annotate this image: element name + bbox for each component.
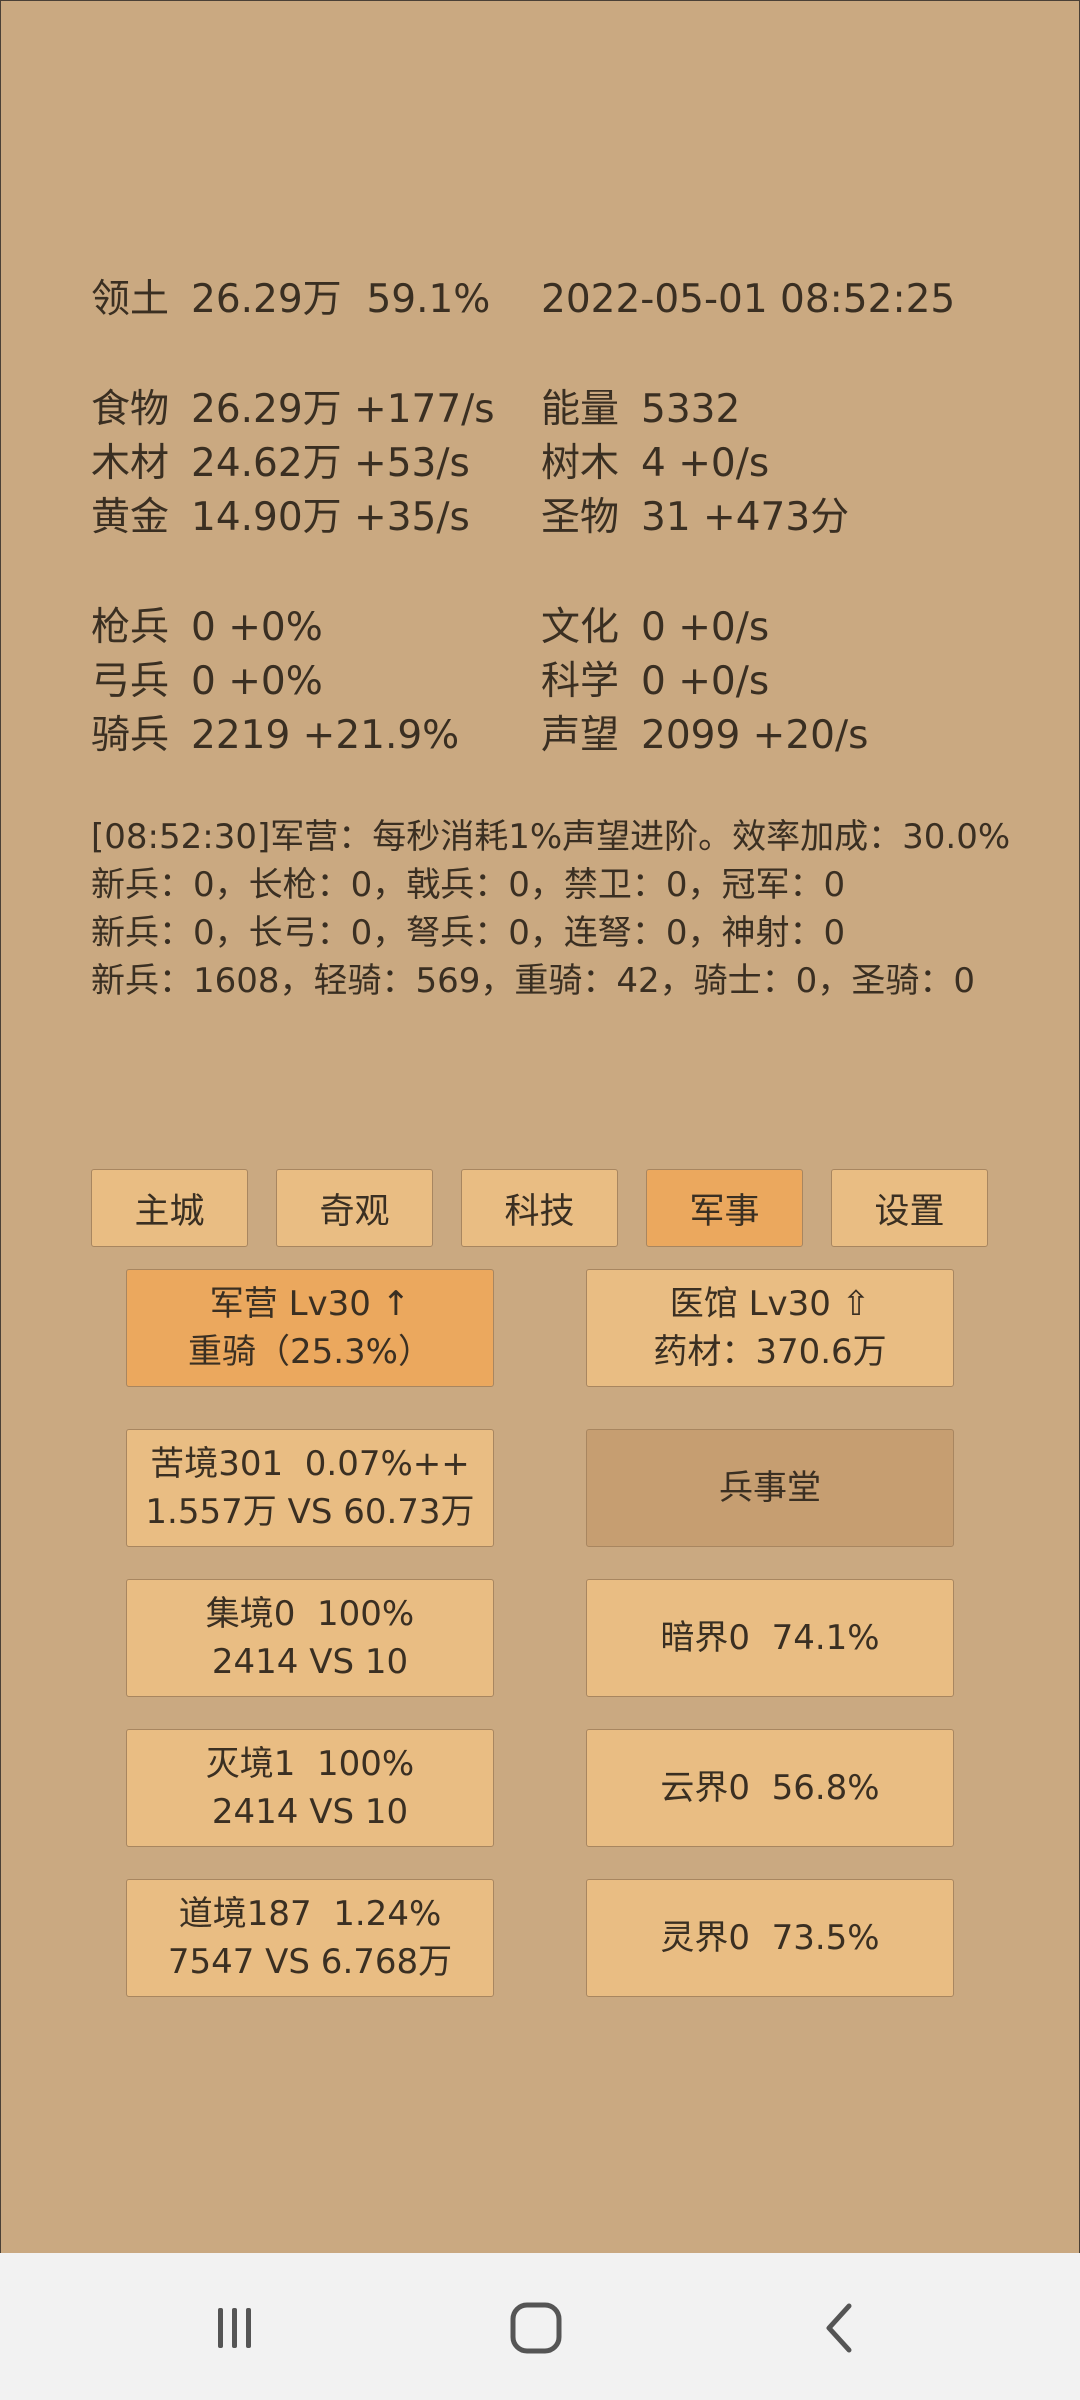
daojing-title: 道境187 1.24% <box>178 1894 442 1934</box>
kujing-subtitle: 1.557万 VS 60.73万 <box>145 1492 475 1532</box>
relic-value: 31 +473分 <box>641 495 850 540</box>
territory-label: 领土 <box>91 277 170 322</box>
log-line: 新兵：0，长弓：0，弩兵：0，连弩：0，神射：0 <box>91 913 846 953</box>
datetime: 2022-05-01 08:52:25 <box>541 277 956 322</box>
prestige-label: 声望 <box>541 713 620 758</box>
tab-military[interactable]: 军事 <box>646 1169 803 1247</box>
barracks-button[interactable]: 军营 Lv30 ↑ 重骑（25.3%） <box>126 1269 494 1387</box>
log-line: [08:52:30]军营：每秒消耗1%声望进阶。效率加成：30.0% <box>91 817 1011 857</box>
recent-apps-button[interactable] <box>195 2293 275 2363</box>
culture-label: 文化 <box>541 605 620 650</box>
food-label: 食物 <box>91 387 170 432</box>
tab-wonders[interactable]: 奇观 <box>276 1169 433 1247</box>
miejing-subtitle: 2414 VS 10 <box>211 1792 409 1832</box>
kujing-title: 苦境301 0.07%++ <box>150 1444 470 1484</box>
wood-label: 木材 <box>91 441 170 486</box>
daojing-button[interactable]: 道境187 1.24% 7547 VS 6.768万 <box>126 1879 494 1997</box>
cavalry-stat: 骑兵 2219 +21.9% <box>91 710 459 762</box>
cavalry-label: 骑兵 <box>91 713 170 758</box>
jijing-subtitle: 2414 VS 10 <box>211 1642 409 1682</box>
clinic-subtitle: 药材：370.6万 <box>653 1332 887 1372</box>
kujing-button[interactable]: 苦境301 0.07%++ 1.557万 VS 60.73万 <box>126 1429 494 1547</box>
trees-value: 4 +0/s <box>641 441 770 486</box>
trees-stat: 树木 4 +0/s <box>541 438 769 490</box>
system-navigation-bar <box>0 2253 1080 2400</box>
miejing-title: 灭境1 100% <box>205 1744 415 1784</box>
culture-stat: 文化 0 +0/s <box>541 602 769 654</box>
miejing-button[interactable]: 灭境1 100% 2414 VS 10 <box>126 1729 494 1847</box>
game-screen: 领土 26.29万 59.1% 2022-05-01 08:52:25 食物 26.… <box>0 0 1080 2254</box>
archer-label: 弓兵 <box>91 659 170 704</box>
bingshitang-button[interactable]: 兵事堂 <box>586 1429 954 1547</box>
log-line: 新兵：1608，轻骑：569，重骑：42，骑士：0，圣骑：0 <box>91 961 975 1001</box>
relic-label: 圣物 <box>541 495 620 540</box>
jijing-title: 集境0 100% <box>205 1594 415 1634</box>
prestige-value: 2099 +20/s <box>641 713 869 758</box>
territory-value: 26.29万 59.1% <box>191 277 491 322</box>
science-label: 科学 <box>541 659 620 704</box>
clinic-button[interactable]: 医馆 Lv30 ⇧ 药材：370.6万 <box>586 1269 954 1387</box>
lingjie-button[interactable]: 灵界0 73.5% <box>586 1879 954 1997</box>
tab-tech[interactable]: 科技 <box>461 1169 618 1247</box>
anjie-title: 暗界0 74.1% <box>660 1618 880 1658</box>
archer-value: 0 +0% <box>191 659 323 704</box>
tab-settings[interactable]: 设置 <box>831 1169 988 1247</box>
food-value: 26.29万 +177/s <box>191 387 495 432</box>
wood-stat: 木材 24.62万 +53/s <box>91 438 470 490</box>
back-icon <box>826 2303 852 2353</box>
spearman-stat: 枪兵 0 +0% <box>91 602 323 654</box>
gold-value: 14.90万 +35/s <box>191 495 470 540</box>
recent-apps-icon <box>218 2308 251 2348</box>
cavalry-value: 2219 +21.9% <box>191 713 460 758</box>
home-button[interactable] <box>496 2293 576 2363</box>
barracks-subtitle: 重骑（25.3%） <box>187 1332 432 1372</box>
tab-main-city[interactable]: 主城 <box>91 1169 248 1247</box>
culture-value: 0 +0/s <box>641 605 770 650</box>
lingjie-title: 灵界0 73.5% <box>660 1918 880 1958</box>
jijing-button[interactable]: 集境0 100% 2414 VS 10 <box>126 1579 494 1697</box>
yunjie-title: 云界0 56.8% <box>660 1768 880 1808</box>
gold-label: 黄金 <box>91 495 170 540</box>
clinic-title: 医馆 Lv30 ⇧ <box>669 1284 871 1324</box>
spearman-value: 0 +0% <box>191 605 323 650</box>
anjie-button[interactable]: 暗界0 74.1% <box>586 1579 954 1697</box>
wood-value: 24.62万 +53/s <box>191 441 470 486</box>
log-line: 新兵：0，长枪：0，戟兵：0，禁卫：0，冠军：0 <box>91 865 846 905</box>
prestige-stat: 声望 2099 +20/s <box>541 710 868 762</box>
barracks-title: 军营 Lv30 ↑ <box>209 1284 411 1324</box>
trees-label: 树木 <box>541 441 620 486</box>
yunjie-button[interactable]: 云界0 56.8% <box>586 1729 954 1847</box>
food-stat: 食物 26.29万 +177/s <box>91 384 495 436</box>
spearman-label: 枪兵 <box>91 605 170 650</box>
territory-stat: 领土 26.29万 59.1% <box>91 274 490 326</box>
back-button[interactable] <box>800 2293 880 2363</box>
home-icon <box>510 2302 562 2354</box>
gold-stat: 黄金 14.90万 +35/s <box>91 492 470 544</box>
science-value: 0 +0/s <box>641 659 770 704</box>
energy-value: 5332 <box>641 387 741 432</box>
daojing-subtitle: 7547 VS 6.768万 <box>167 1942 453 1982</box>
archer-stat: 弓兵 0 +0% <box>91 656 323 708</box>
science-stat: 科学 0 +0/s <box>541 656 769 708</box>
energy-label: 能量 <box>541 387 620 432</box>
energy-stat: 能量 5332 <box>541 384 740 436</box>
bingshitang-title: 兵事堂 <box>719 1468 821 1508</box>
relic-stat: 圣物 31 +473分 <box>541 492 849 544</box>
